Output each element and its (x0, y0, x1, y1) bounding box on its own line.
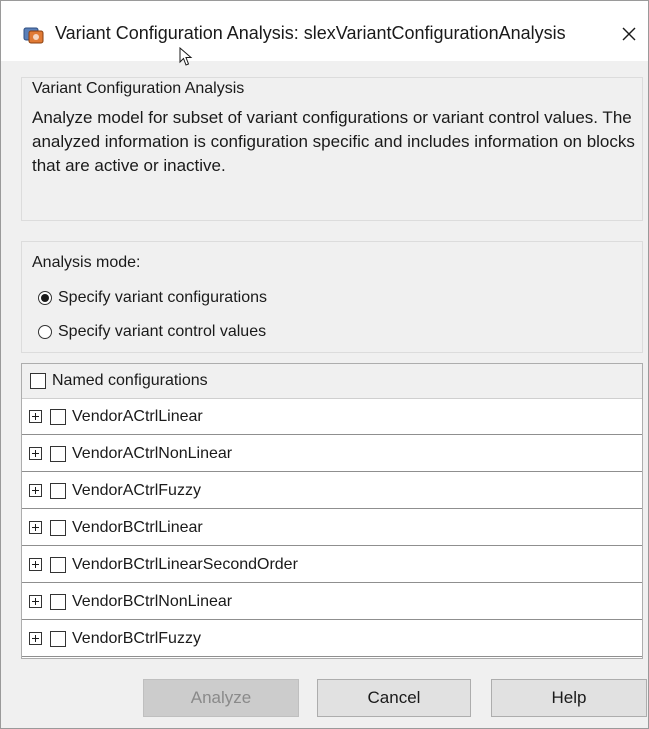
close-icon (622, 27, 636, 41)
tree-row[interactable]: VendorBCtrlLinear (22, 510, 642, 546)
simulink-model-icon (23, 27, 44, 44)
select-all-checkbox[interactable] (30, 373, 46, 389)
expand-icon[interactable] (29, 632, 42, 645)
row-checkbox[interactable] (50, 630, 66, 647)
analysis-mode-group: Analysis mode: Specify variant configura… (21, 241, 643, 353)
radio-button[interactable] (38, 325, 52, 339)
row-label: VendorBCtrlLinear (72, 518, 203, 536)
radio-button-selected[interactable] (38, 291, 52, 305)
row-checkbox[interactable] (50, 482, 66, 499)
row-checkbox[interactable] (50, 519, 66, 536)
description-group: Variant Configuration Analysis Analyze m… (21, 77, 643, 221)
tree-row[interactable]: VendorBCtrlNonLinear (22, 584, 642, 620)
tree-row[interactable]: VendorACtrlNonLinear (22, 436, 642, 472)
row-label: VendorBCtrlNonLinear (72, 592, 233, 610)
variant-configuration-analysis-dialog: Variant Configuration Analysis: slexVari… (0, 0, 649, 729)
expand-icon[interactable] (29, 595, 42, 608)
window-title: Variant Configuration Analysis: slexVari… (55, 23, 566, 43)
title-bar[interactable]: Variant Configuration Analysis: slexVari… (1, 1, 648, 61)
row-checkbox[interactable] (50, 445, 66, 462)
description-text: Analyze model for subset of variant conf… (32, 108, 635, 175)
row-checkbox[interactable] (50, 593, 66, 610)
named-configurations-label: Named configurations (52, 372, 208, 389)
tree-row[interactable]: VendorBCtrlFuzzy (22, 621, 642, 657)
mouse-pointer-icon (179, 47, 193, 66)
row-label: VendorBCtrlLinearSecondOrder (72, 555, 298, 573)
tree-row[interactable]: VendorBCtrlLinearSecondOrder (22, 547, 642, 583)
row-checkbox[interactable] (50, 408, 66, 425)
tree-row[interactable]: VendorACtrlLinear (22, 399, 642, 435)
analyze-button[interactable]: Analyze (143, 679, 299, 717)
expand-icon[interactable] (29, 447, 42, 460)
row-checkbox[interactable] (50, 556, 66, 573)
expand-icon[interactable] (29, 558, 42, 571)
row-label: VendorACtrlFuzzy (72, 481, 201, 499)
help-button[interactable]: Help (491, 679, 647, 717)
row-label: VendorBCtrlFuzzy (72, 629, 201, 647)
radio-label: Specify variant configurations (58, 289, 267, 306)
tree-header: Named configurations (22, 364, 642, 399)
cancel-button[interactable]: Cancel (317, 679, 471, 717)
description-title: Variant Configuration Analysis (32, 80, 245, 97)
expand-icon[interactable] (29, 410, 42, 423)
radio-label: Specify variant control values (58, 323, 267, 340)
row-label: VendorACtrlLinear (72, 407, 203, 425)
expand-icon[interactable] (29, 521, 42, 534)
close-button[interactable] (616, 19, 642, 49)
row-label: VendorACtrlNonLinear (72, 444, 233, 462)
radio-specify-variant-configurations[interactable]: Specify variant configurations (38, 286, 267, 310)
radio-specify-variant-control-values[interactable]: Specify variant control values (38, 320, 266, 344)
tree-row[interactable]: VendorACtrlFuzzy (22, 473, 642, 509)
analysis-mode-label: Analysis mode: (32, 254, 141, 271)
expand-icon[interactable] (29, 484, 42, 497)
configurations-tree[interactable]: Named configurations VendorACtrlLinear V… (21, 363, 643, 659)
